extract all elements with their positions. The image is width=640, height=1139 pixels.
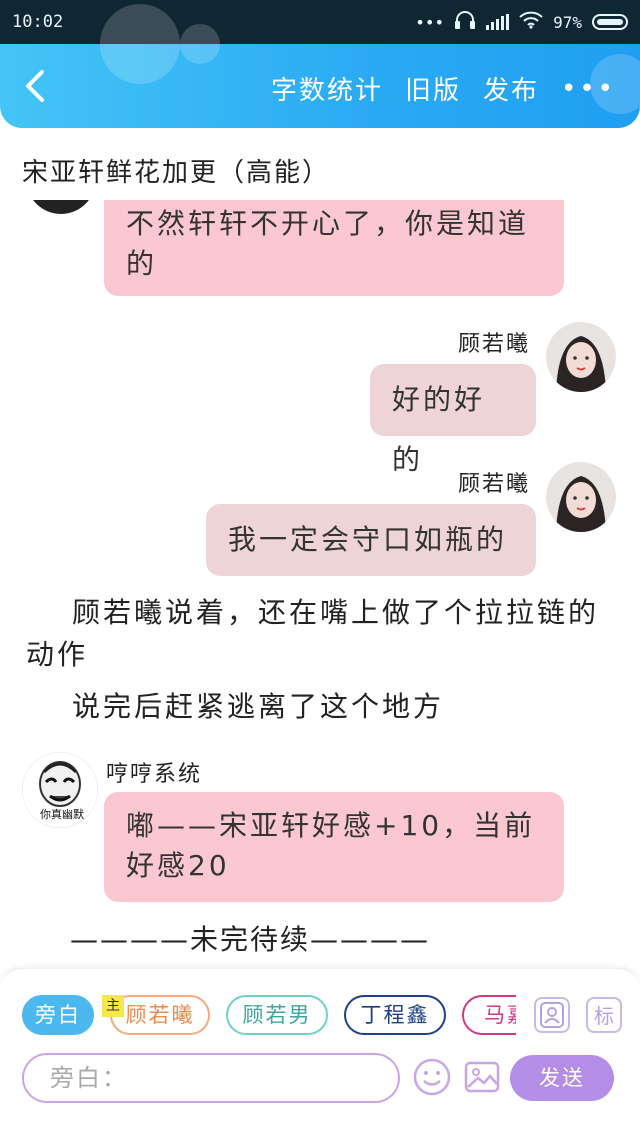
avatar[interactable] bbox=[26, 200, 96, 214]
chat-bubble: 好的好的 bbox=[370, 364, 536, 476]
speaker-name: 顾若曦 bbox=[458, 332, 531, 357]
chip-gu-ruonan[interactable]: 顾若男 bbox=[226, 995, 328, 1035]
chat-bubble: 我一定会守口如瓶的 bbox=[206, 504, 536, 576]
smiley-icon[interactable] bbox=[412, 1057, 452, 1097]
mark-button[interactable]: 标 bbox=[586, 997, 622, 1033]
signal-icon bbox=[486, 14, 510, 30]
narration-text: 说完后赶紧逃离了这个地方 bbox=[72, 690, 445, 723]
back-button[interactable] bbox=[20, 66, 50, 106]
header-decoration bbox=[180, 24, 220, 64]
word-count-button[interactable]: 字数统计 bbox=[271, 70, 383, 107]
avatar-gu-ruoxi[interactable] bbox=[546, 322, 616, 392]
battery-percent: 97% bbox=[553, 12, 582, 32]
publish-button[interactable]: 发布 bbox=[483, 70, 539, 107]
status-icons: ••• 97% bbox=[415, 10, 628, 34]
more-button[interactable]: ••• bbox=[561, 74, 616, 104]
to-be-continued: ————未完待续———— bbox=[70, 923, 431, 956]
avatar-gu-ruoxi[interactable] bbox=[546, 462, 616, 532]
status-time: 10:02 bbox=[12, 12, 64, 32]
composer-panel: 旁白 顾若曦 主 顾若男 丁程鑫 马嘉 标 旁白： 发送 bbox=[0, 968, 640, 1139]
main-role-tag: 主 bbox=[102, 995, 124, 1017]
notification-dots: ••• bbox=[415, 12, 445, 32]
chat-area[interactable]: 不然轩轩不开心了，你是知道的 顾若曦 好的好的 顾若曦 我一定会守口如瓶的 顾若… bbox=[0, 200, 640, 968]
chip-ding-chengxin[interactable]: 丁程鑫 bbox=[344, 995, 446, 1035]
battery-icon bbox=[592, 14, 628, 30]
wifi-icon bbox=[519, 11, 543, 33]
chevron-left-icon bbox=[26, 70, 44, 102]
chip-narration[interactable]: 旁白 bbox=[22, 995, 94, 1035]
header-decoration bbox=[100, 4, 180, 84]
speaker-name: 哼哼系统 bbox=[106, 762, 203, 787]
role-chips: 旁白 顾若曦 主 顾若男 丁程鑫 马嘉 bbox=[22, 995, 516, 1037]
chip-ma-jia[interactable]: 马嘉 bbox=[462, 995, 516, 1035]
old-version-button[interactable]: 旧版 bbox=[405, 70, 461, 107]
send-button[interactable]: 发送 bbox=[510, 1055, 614, 1101]
chat-bubble: 嘟——宋亚轩好感+10，当前好感20 bbox=[104, 792, 564, 902]
narration-text: 顾若曦说着，还在嘴上做了个拉拉链的动作 bbox=[26, 596, 600, 671]
header-actions: 字数统计 旧版 发布 ••• bbox=[271, 70, 616, 107]
status-bar: 10:02 ••• 97% bbox=[0, 0, 640, 44]
avatar-caption: 你真幽默 bbox=[40, 808, 84, 821]
image-icon[interactable] bbox=[462, 1057, 502, 1097]
chapter-title: 宋亚轩鲜花加更（高能） bbox=[22, 158, 331, 188]
chat-bubble: 不然轩轩不开心了，你是知道的 bbox=[104, 200, 564, 296]
chip-gu-ruoxi[interactable]: 顾若曦 bbox=[110, 995, 210, 1035]
speaker-name: 顾若曦 bbox=[458, 472, 531, 497]
person-icon[interactable] bbox=[534, 997, 570, 1033]
editor-header: 字数统计 旧版 发布 ••• bbox=[0, 4, 640, 128]
headphones-icon bbox=[454, 10, 476, 34]
message-input[interactable]: 旁白： bbox=[22, 1053, 400, 1103]
